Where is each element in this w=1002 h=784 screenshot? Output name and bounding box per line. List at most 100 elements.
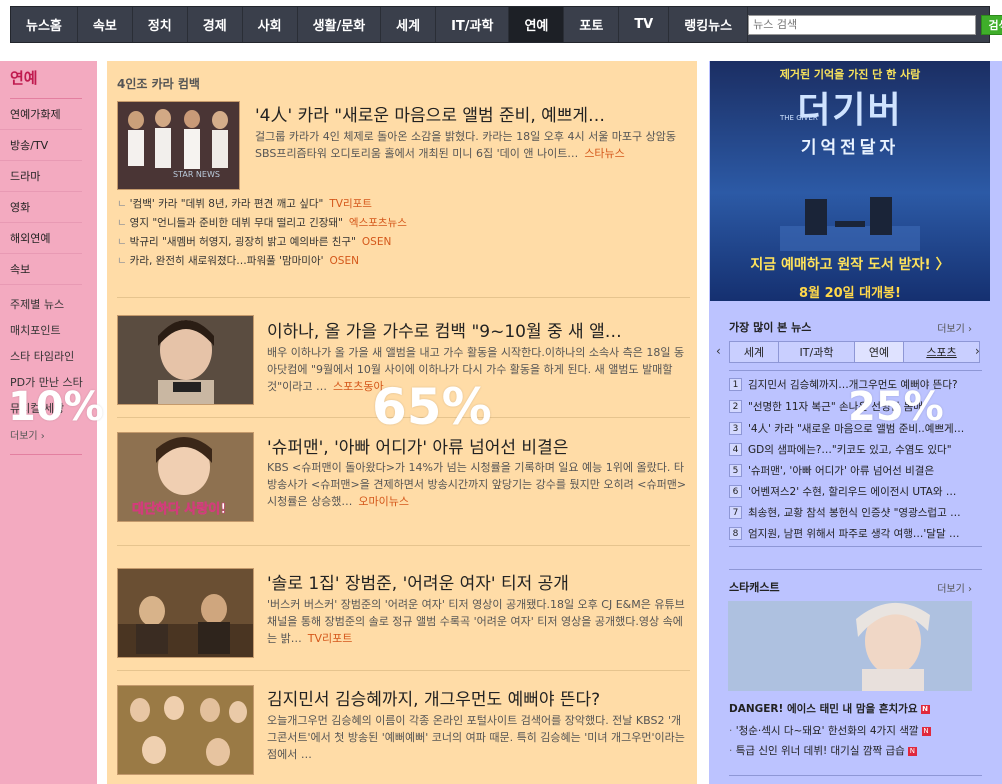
svg-text:STAR NEWS: STAR NEWS bbox=[173, 170, 220, 179]
article-thumbnail[interactable]: STAR NEWS bbox=[117, 101, 240, 190]
more-label: 더보기 bbox=[937, 324, 965, 335]
starcast-title: 스타캐스트 bbox=[729, 581, 780, 594]
starcast-item-text: 특급 신인 위너 데뷔! 대기실 깜짝 급습 bbox=[735, 745, 905, 757]
movie-ad-banner[interactable]: 제거된 기억을 가진 단 한 사람 더기버 THE GIVER 기억전달자 지금… bbox=[710, 61, 990, 301]
sidebar-item-breaking[interactable]: 속보 bbox=[0, 254, 82, 285]
ad-scene-icon bbox=[780, 197, 920, 251]
article-title[interactable]: '4人' 카라 "새로운 마음으로 앨범 준비, 예쁘게… bbox=[255, 101, 685, 126]
starcast-headline[interactable]: DANGER! 에이스 태민 내 맘을 흔치가요 N bbox=[729, 701, 930, 716]
rank-title: GD의 샘파에는?…"키코도 있고, 수염도 있다" bbox=[748, 444, 952, 456]
tab-it-science[interactable]: IT/과학 bbox=[778, 341, 855, 363]
rank-number: 5 bbox=[729, 464, 742, 477]
related-source[interactable]: OSEN bbox=[330, 255, 359, 267]
divider bbox=[729, 569, 982, 570]
sidebar-item-entertainment-topics[interactable]: 연예가화제 bbox=[0, 99, 82, 130]
sidebar-item-movie[interactable]: 영화 bbox=[0, 192, 82, 223]
sidebar-item-overseas[interactable]: 해외연예 bbox=[0, 223, 82, 254]
ranking-item[interactable]: 6 '어벤져스2' 수현, 할리우드 에이전시 UTA와 … bbox=[729, 484, 969, 499]
nav-news-home[interactable]: 뉴스홈 bbox=[11, 7, 78, 42]
lee-hana-photo-icon bbox=[118, 316, 253, 404]
related-source[interactable]: TV리포트 bbox=[329, 198, 372, 210]
nav-it-science[interactable]: IT/과학 bbox=[436, 7, 510, 42]
related-source[interactable]: OSEN bbox=[362, 236, 391, 248]
rank-number: 7 bbox=[729, 506, 742, 519]
related-source[interactable]: 엑스포츠뉴스 bbox=[349, 217, 407, 229]
related-link[interactable]: ㄴ 영지 "언니들과 준비한 데뷔 무대 떨리고 긴장돼" 엑스포츠뉴스 bbox=[117, 215, 407, 230]
rank-title: 엄지원, 남편 위해서 파주로 생각 여행…'달달 … bbox=[748, 528, 960, 540]
article-summary[interactable]: 걸그룹 카라가 4인 체제로 돌아온 소감을 밝혔다. 카라는 18일 오후 4… bbox=[255, 128, 685, 164]
related-link[interactable]: ㄴ 카라, 완전히 새로워졌다…파워풀 '맘마미아' OSEN bbox=[117, 253, 359, 268]
ad-title: 더기버 bbox=[797, 90, 903, 131]
rank-number: 2 bbox=[729, 400, 742, 413]
article-title[interactable]: '슈퍼맨', '아빠 어디가' 아류 넘어선 비결은 bbox=[267, 433, 687, 458]
headline-text: DANGER! 에이스 태민 내 맘을 흔치가요 bbox=[729, 703, 918, 715]
tab-prev-icon[interactable]: ‹ bbox=[716, 344, 721, 358]
sidebar-sub-topic-news[interactable]: 주제별 뉴스 bbox=[0, 291, 97, 317]
starcast-item-text: '청순·섹시 다~돼요' 한선화의 4가지 색깔 bbox=[735, 725, 919, 737]
starcast-item[interactable]: · '청순·섹시 다~돼요' 한선화의 4가지 색깔 N bbox=[729, 723, 931, 738]
article-summary[interactable]: KBS <슈퍼맨이 돌아왔다>가 14%가 넘는 시청률을 기록하며 일요 예능… bbox=[267, 459, 690, 511]
search-button[interactable]: 검색 bbox=[981, 14, 1002, 35]
nav-economy[interactable]: 경제 bbox=[188, 7, 243, 42]
rank-number: 6 bbox=[729, 485, 742, 498]
article-summary[interactable]: 오늘개그우먼 김승혜의 이름이 각종 온라인 포털사이트 검색어를 장악했다. … bbox=[267, 712, 690, 764]
nav-society[interactable]: 사회 bbox=[243, 7, 298, 42]
article-source[interactable]: 스타뉴스 bbox=[584, 147, 624, 160]
left-width-overlay: 10% bbox=[8, 384, 104, 430]
tab-sports[interactable]: 스포츠 bbox=[903, 341, 980, 363]
sidebar-sub-match-point[interactable]: 매치포인트 bbox=[0, 317, 97, 343]
nav-photo[interactable]: 포토 bbox=[564, 7, 620, 42]
rank-title: 최송현, 교황 참석 봉헌식 인증샷 "영광스럽고 … bbox=[748, 507, 961, 519]
nav-ranking[interactable]: 랭킹뉴스 bbox=[669, 7, 749, 42]
tab-world[interactable]: 세계 bbox=[729, 341, 779, 363]
starcast-item[interactable]: · 특급 신인 위너 데뷔! 대기실 깜짝 급습 N bbox=[729, 743, 917, 758]
nav-world[interactable]: 세계 bbox=[381, 7, 437, 42]
tab-entertainment[interactable]: 연예 bbox=[854, 341, 904, 363]
article-thumbnail[interactable] bbox=[117, 685, 254, 775]
article-thumbnail[interactable]: 대단하다 사랑이! bbox=[117, 432, 254, 522]
center-width-overlay: 65% bbox=[372, 378, 492, 436]
related-title: '컴백' 카라 "데뷔 8년, 카라 편견 깨고 싶다" bbox=[129, 198, 324, 210]
ranking-item[interactable]: 5 '슈퍼맨', '아빠 어디가' 아류 넘어선 비결은 bbox=[729, 463, 969, 478]
nav-entertainment[interactable]: 연예 bbox=[509, 7, 565, 42]
rank-title: '어벤져스2' 수현, 할리우드 에이전시 UTA와 … bbox=[748, 486, 957, 498]
search-input[interactable] bbox=[748, 14, 977, 35]
ranking-item[interactable]: 8 엄지원, 남편 위해서 파주로 생각 여행…'달달 … bbox=[729, 526, 969, 541]
tab-next-icon[interactable]: › bbox=[975, 344, 980, 358]
ranking-item[interactable]: 4 GD의 샘파에는?…"키코도 있고, 수염도 있다" bbox=[729, 442, 969, 457]
article-source[interactable]: 오마이뉴스 bbox=[358, 495, 409, 508]
ranking-item[interactable]: 7 최송현, 교황 참석 봉헌식 인증샷 "영광스럽고 … bbox=[729, 505, 969, 520]
article-title[interactable]: 김지민서 김승혜까지, 개그우먼도 예뻐야 뜬다? bbox=[267, 685, 687, 710]
article-title[interactable]: 이하나, 올 가을 가수로 컴백 "9~10월 중 새 앨… bbox=[267, 317, 687, 342]
right-width-overlay: 25% bbox=[848, 384, 944, 430]
article-thumbnail[interactable] bbox=[117, 568, 254, 658]
popular-news-title: 가장 많이 본 뉴스 bbox=[729, 321, 812, 334]
summary-text: KBS <슈퍼맨이 돌아왔다>가 14%가 넘는 시청률을 기록하며 일요 예능… bbox=[267, 461, 687, 508]
article-summary[interactable]: '버스커 버스커' 장범준의 '어려운 여자' 티저 영상이 공개됐다.18일 … bbox=[267, 596, 690, 648]
divider bbox=[117, 545, 690, 546]
article-source[interactable]: TV리포트 bbox=[308, 632, 353, 645]
popular-tabs: 세계 IT/과학 연예 스포츠 bbox=[729, 341, 980, 363]
sidebar-item-broadcast-tv[interactable]: 방송/TV bbox=[0, 130, 82, 161]
ad-tagline: 제거된 기억을 가진 단 한 사람 bbox=[779, 68, 921, 81]
article-thumbnail[interactable] bbox=[117, 315, 254, 405]
new-icon: N bbox=[907, 746, 917, 756]
starcast-more-link[interactable]: 더보기 › bbox=[937, 580, 972, 595]
sidebar-item-drama[interactable]: 드라마 bbox=[0, 161, 82, 192]
article-title[interactable]: '솔로 1집' 장범준, '어려운 여자' 티저 공개 bbox=[267, 569, 687, 594]
starcast-image[interactable] bbox=[728, 601, 972, 691]
related-link[interactable]: ㄴ 박규리 "새멤버 허영지, 굉장히 밝고 예의바른 친구" OSEN bbox=[117, 234, 391, 249]
rank-title: '슈퍼맨', '아빠 어디가' 아류 넘어선 비결은 bbox=[748, 465, 935, 477]
nav-life-culture[interactable]: 생활/문화 bbox=[298, 7, 382, 42]
nav-politics[interactable]: 정치 bbox=[133, 7, 188, 42]
ad-title-en: THE GIVER bbox=[780, 114, 818, 122]
related-link[interactable]: ㄴ '컴백' 카라 "데뷔 8년, 카라 편견 깨고 싶다" TV리포트 bbox=[117, 196, 372, 211]
kara-photo-icon: STAR NEWS bbox=[118, 102, 239, 189]
popular-more-link[interactable]: 더보기 › bbox=[937, 320, 972, 335]
rank-number: 3 bbox=[729, 422, 742, 435]
ad-release-date: 8월 20일 대개봉! bbox=[799, 286, 901, 301]
section-title: 4인조 카라 컴백 bbox=[117, 77, 200, 91]
nav-tv[interactable]: TV bbox=[619, 7, 670, 42]
sidebar-sub-star-timeline[interactable]: 스타 타임라인 bbox=[0, 343, 97, 369]
nav-breaking[interactable]: 속보 bbox=[78, 7, 133, 42]
